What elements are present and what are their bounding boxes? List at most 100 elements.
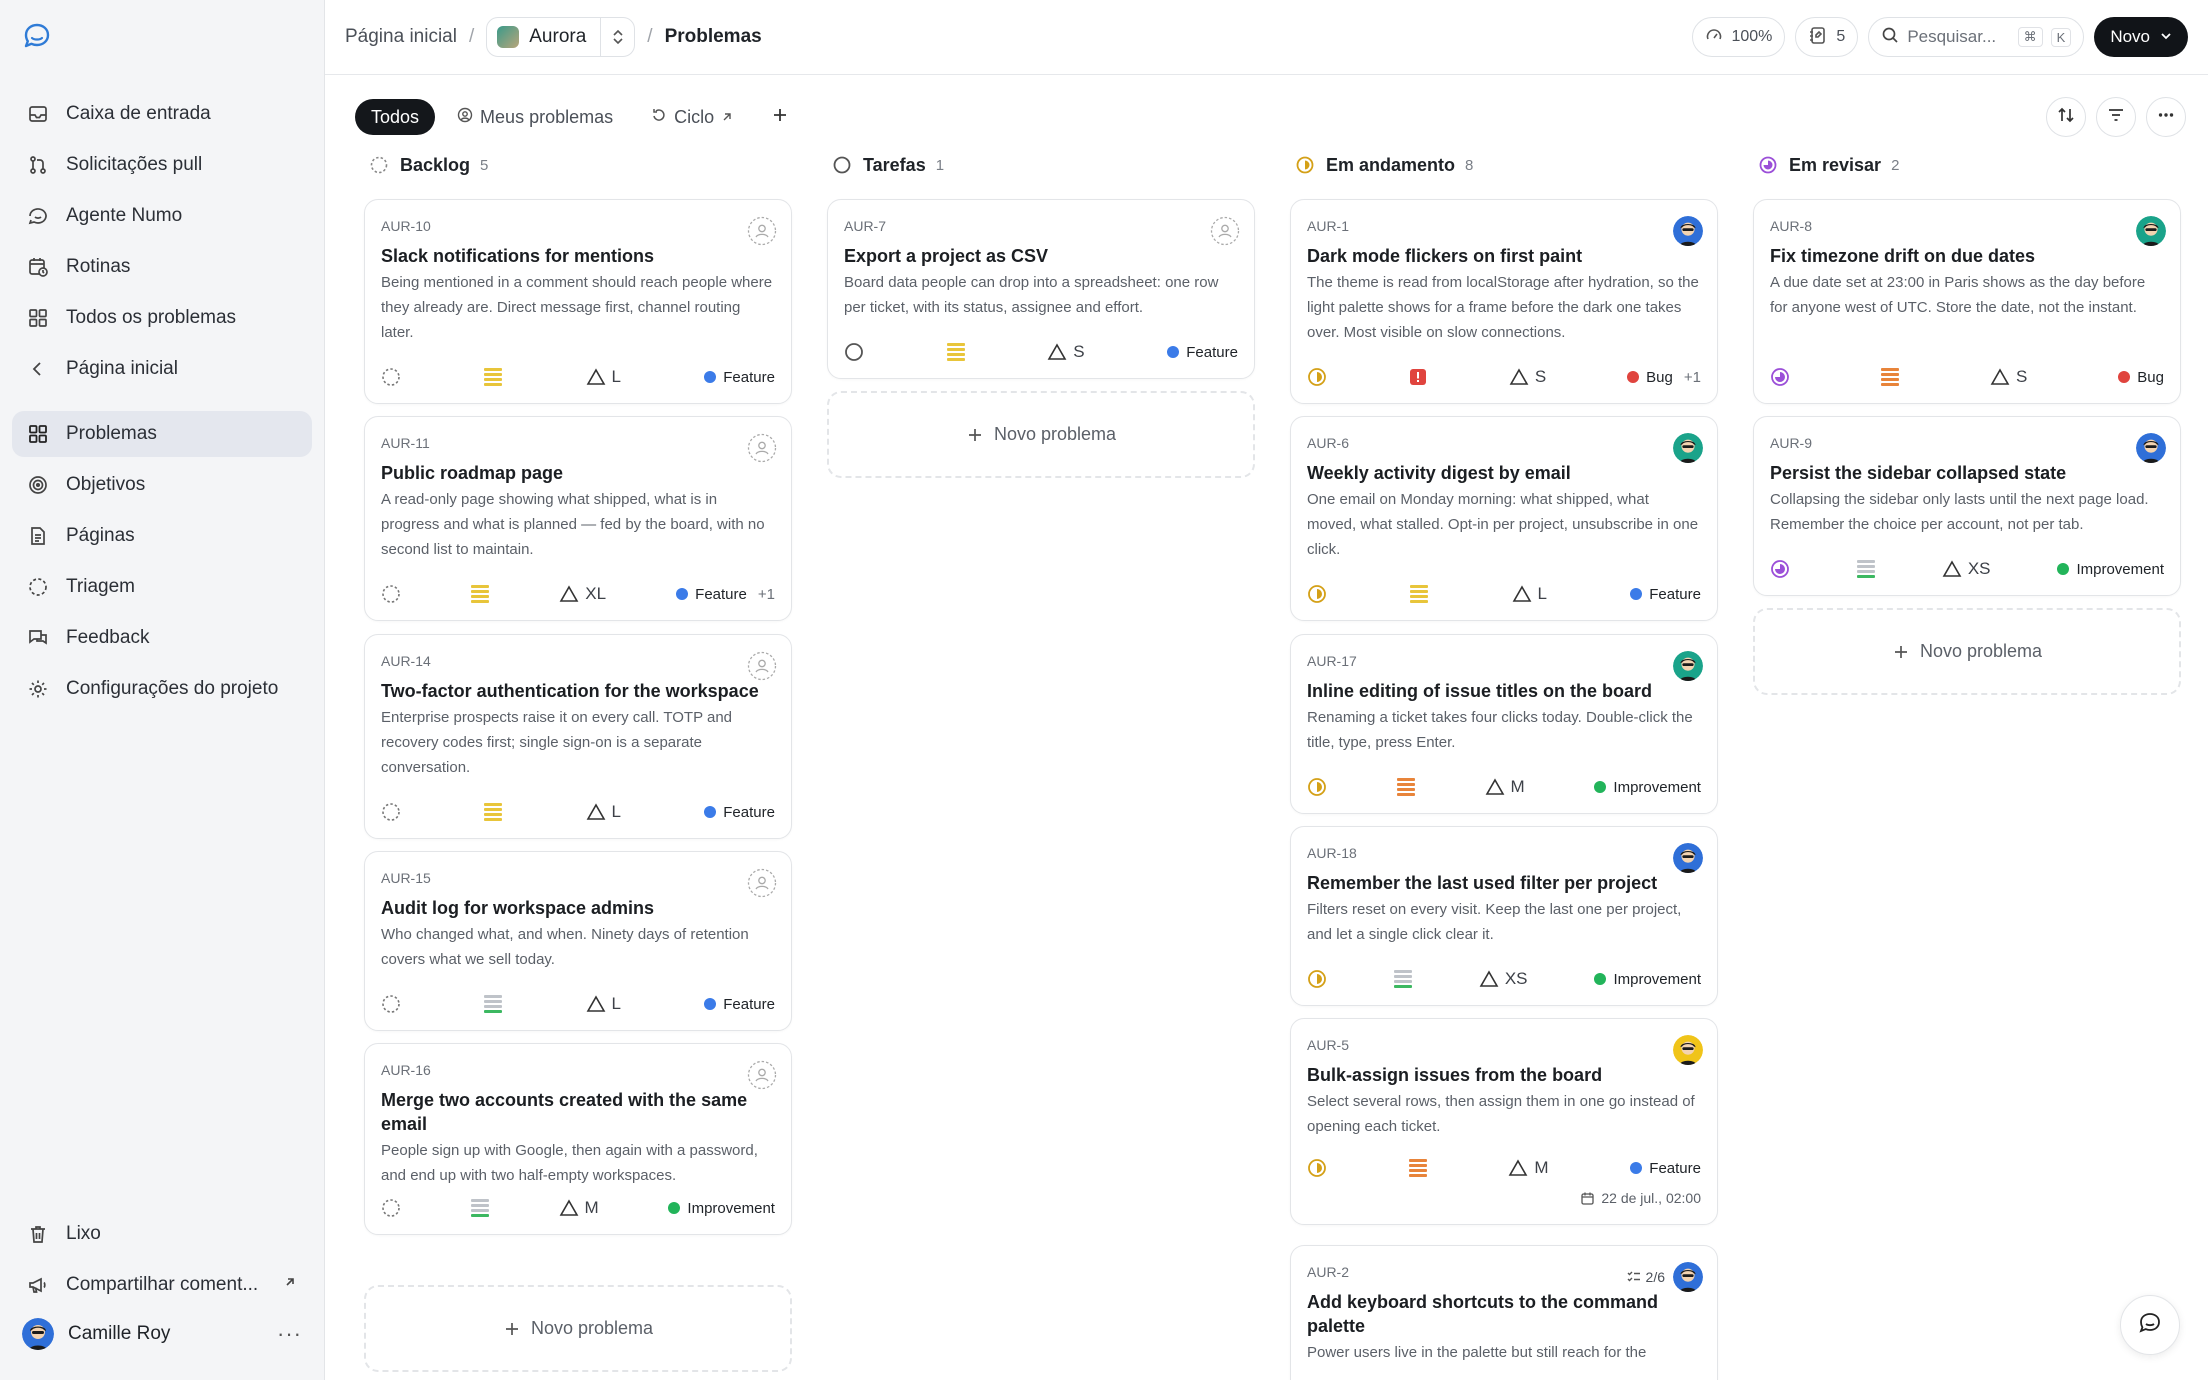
issue-title[interactable]: Bulk-assign issues from the board <box>1307 1063 1701 1087</box>
label-tag[interactable]: Improvement <box>1594 779 1701 796</box>
user-menu[interactable]: Camille Roy ··· <box>12 1311 312 1357</box>
issue-title[interactable]: Fix timezone drift on due dates <box>1770 244 2164 268</box>
issue-title[interactable]: Slack notifications for mentions <box>381 244 775 268</box>
add-view-button[interactable] <box>755 99 805 135</box>
unassigned-avatar-icon[interactable] <box>1210 216 1240 246</box>
new-button[interactable]: Novo <box>2094 17 2188 57</box>
status-icon[interactable] <box>381 802 401 822</box>
issue-card[interactable]: AUR-10 Slack notifications for mentions Be… <box>364 199 792 404</box>
priority-icon[interactable] <box>470 1199 489 1217</box>
sidebar-item-pull-requests[interactable]: Solicitações pull <box>12 142 312 188</box>
label-tag[interactable]: Improvement <box>668 1200 775 1217</box>
priority-icon[interactable] <box>471 585 490 603</box>
effort-estimate[interactable]: S <box>1990 367 2027 387</box>
label-tag[interactable]: Improvement <box>1594 971 1701 988</box>
new-issue-button[interactable]: Novo problema <box>827 391 1255 478</box>
label-tag[interactable]: Bug +1 <box>1627 369 1701 386</box>
issue-card[interactable]: AUR-11 Public roadmap page A read-only pag… <box>364 416 792 621</box>
effort-estimate[interactable]: L <box>586 802 621 822</box>
effort-estimate[interactable]: L <box>586 367 621 387</box>
issue-card[interactable]: AUR-17 Inline editing of issue titles on … <box>1290 634 1718 814</box>
sidebar-item-pages[interactable]: Páginas <box>12 513 312 559</box>
tab-cycle[interactable]: Ciclo <box>635 99 749 135</box>
assignee-avatar[interactable] <box>1673 433 1703 463</box>
status-icon[interactable] <box>381 1198 401 1218</box>
sidebar-item-inbox[interactable]: Caixa de entrada <box>12 91 312 137</box>
notes-button[interactable]: 5 <box>1795 17 1859 57</box>
effort-estimate[interactable]: L <box>1512 584 1547 604</box>
priority-icon[interactable] <box>1396 778 1415 796</box>
sidebar-item-share-feedback[interactable]: Compartilhar coment... <box>12 1262 312 1308</box>
issue-card[interactable]: AUR-6 Weekly activity digest by email One … <box>1290 416 1718 621</box>
new-issue-button[interactable]: Novo problema <box>364 1285 792 1372</box>
status-icon[interactable] <box>844 342 864 362</box>
sidebar-item-agent[interactable]: Agente Numo <box>12 193 312 239</box>
issue-card[interactable]: AUR-9 Persist the sidebar collapsed state… <box>1753 416 2181 596</box>
priority-icon[interactable] <box>946 343 965 361</box>
effort-estimate[interactable]: S <box>1509 367 1546 387</box>
status-icon[interactable] <box>1307 584 1327 604</box>
more-options-button[interactable] <box>2146 97 2186 137</box>
assistant-fab[interactable] <box>2120 1295 2180 1355</box>
unassigned-avatar-icon[interactable] <box>747 216 777 246</box>
label-tag[interactable]: Feature <box>704 369 775 386</box>
unassigned-avatar-icon[interactable] <box>747 651 777 681</box>
issue-card[interactable]: AUR-8 Fix timezone drift on due dates A du… <box>1753 199 2181 404</box>
tab-all[interactable]: Todos <box>355 99 436 135</box>
label-tag[interactable]: Feature <box>704 996 775 1013</box>
status-icon[interactable] <box>381 584 401 604</box>
label-tag[interactable]: Improvement <box>2057 561 2164 578</box>
project-switcher[interactable]: Aurora <box>486 17 636 57</box>
label-tag[interactable]: Bug <box>2118 369 2164 386</box>
unassigned-avatar-icon[interactable] <box>747 433 777 463</box>
assignee-avatar[interactable] <box>2136 433 2166 463</box>
priority-icon[interactable] <box>1408 367 1428 387</box>
zoom-button[interactable]: 100% <box>1692 17 1786 57</box>
issue-title[interactable]: Merge two accounts created with the same… <box>381 1088 775 1136</box>
effort-estimate[interactable]: XS <box>1479 969 1528 989</box>
effort-estimate[interactable]: XL <box>559 584 606 604</box>
issue-title[interactable]: Persist the sidebar collapsed state <box>1770 461 2164 485</box>
status-icon[interactable] <box>381 367 401 387</box>
sidebar-item-home-back[interactable]: Página inicial <box>12 346 312 392</box>
issue-title[interactable]: Two-factor authentication for the worksp… <box>381 679 775 703</box>
label-tag[interactable]: Feature <box>1630 1160 1701 1177</box>
priority-icon[interactable] <box>484 803 503 821</box>
sidebar-item-project-settings[interactable]: Configurações do projeto <box>12 666 312 712</box>
assignee-avatar[interactable] <box>2136 216 2166 246</box>
issue-card[interactable]: AUR-1 Dark mode flickers on first paint Th… <box>1290 199 1718 404</box>
effort-estimate[interactable]: S <box>1047 342 1085 362</box>
status-icon[interactable] <box>1770 367 1790 387</box>
assignee-avatar[interactable] <box>1673 651 1703 681</box>
sidebar-item-goals[interactable]: Objetivos <box>12 462 312 508</box>
issue-title[interactable]: Export a project as CSV <box>844 244 1238 268</box>
label-tag[interactable]: Feature <box>1167 344 1238 361</box>
new-issue-button[interactable]: Novo problema <box>1753 608 2181 695</box>
issue-card[interactable]: AUR-15 Audit log for workspace admins Who … <box>364 851 792 1031</box>
priority-icon[interactable] <box>484 995 503 1013</box>
issue-card[interactable]: AUR-7 Export a project as CSV Board data p… <box>827 199 1255 379</box>
app-logo-icon[interactable] <box>20 20 54 54</box>
status-icon[interactable] <box>1307 367 1327 387</box>
sidebar-item-feedback[interactable]: Feedback <box>12 615 312 661</box>
tab-my-issues[interactable]: Meus problemas <box>441 99 629 135</box>
issue-title[interactable]: Inline editing of issue titles on the bo… <box>1307 679 1701 703</box>
priority-icon[interactable] <box>1393 970 1412 988</box>
issue-title[interactable]: Remember the last used filter per projec… <box>1307 871 1701 895</box>
more-horizontal-icon[interactable]: ··· <box>277 1321 302 1347</box>
issue-title[interactable]: Public roadmap page <box>381 461 775 485</box>
status-icon[interactable] <box>1307 1158 1327 1178</box>
sidebar-item-all-issues[interactable]: Todos os problemas <box>12 295 312 341</box>
issue-card[interactable]: AUR-18 Remember the last used filter per … <box>1290 826 1718 1006</box>
label-tag[interactable]: Feature <box>1630 586 1701 603</box>
assignee-avatar[interactable] <box>1673 843 1703 873</box>
priority-icon[interactable] <box>1856 560 1875 578</box>
status-icon[interactable] <box>1307 969 1327 989</box>
status-icon[interactable] <box>1770 559 1790 579</box>
search-input[interactable]: Pesquisar... ⌘ K <box>1868 17 2085 57</box>
issue-card[interactable]: AUR-2 2/6 Add keyboard shortcuts to the co… <box>1290 1245 1718 1380</box>
sort-button[interactable] <box>2046 97 2086 137</box>
effort-estimate[interactable]: L <box>586 994 621 1014</box>
status-icon[interactable] <box>381 994 401 1014</box>
assignee-avatar[interactable] <box>1673 216 1703 246</box>
